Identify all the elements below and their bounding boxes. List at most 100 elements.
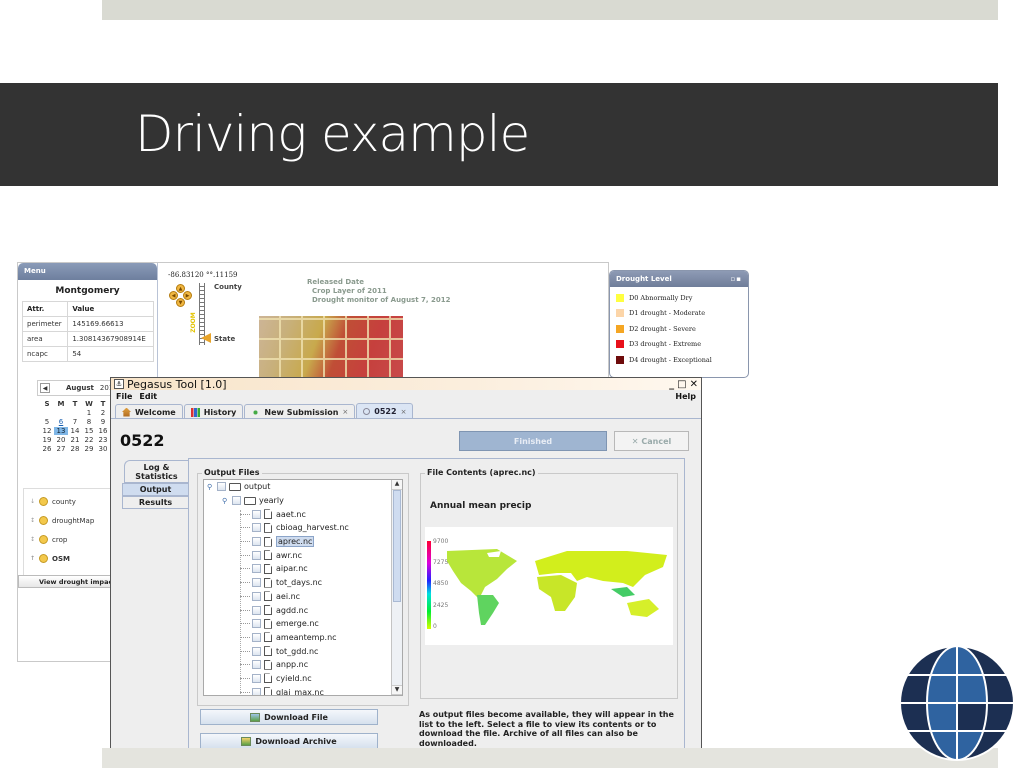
tab-new-submission[interactable]: New Submission × bbox=[244, 404, 356, 418]
tree-node-output[interactable]: ⚲ output bbox=[204, 480, 402, 494]
legend-window-controls-icon[interactable]: ▫▪ bbox=[731, 275, 743, 283]
bar-chart-icon bbox=[190, 407, 200, 417]
scroll-thumb[interactable] bbox=[393, 490, 401, 602]
cancel-button[interactable]: ✕ Cancel bbox=[614, 431, 689, 451]
scroll-up-icon[interactable]: ▲ bbox=[392, 480, 402, 490]
calendar-day[interactable]: 27 bbox=[54, 445, 68, 453]
plot-title: Annual mean precip bbox=[430, 501, 532, 511]
checkbox[interactable] bbox=[252, 578, 261, 588]
tab-close-icon[interactable]: × bbox=[401, 408, 407, 416]
calendar-day[interactable]: 22 bbox=[82, 436, 96, 444]
calendar-day[interactable]: 8 bbox=[82, 418, 96, 426]
calendar-day[interactable]: 21 bbox=[68, 436, 82, 444]
tree-file-item[interactable]: aaet.nc bbox=[204, 507, 402, 521]
tab-welcome[interactable]: Welcome bbox=[115, 404, 183, 418]
calendar-day[interactable]: 29 bbox=[82, 445, 96, 453]
legend-swatch bbox=[616, 355, 624, 364]
scroll-down-icon[interactable]: ▼ bbox=[392, 685, 402, 695]
tree-file-item[interactable]: cbioag_harvest.nc bbox=[204, 521, 402, 535]
side-tab-log-statistics[interactable]: Log & Statistics bbox=[124, 460, 188, 483]
tree-file-item[interactable]: ameantemp.nc bbox=[204, 631, 402, 645]
side-tab-results[interactable]: Results bbox=[122, 496, 188, 509]
tree-file-item[interactable]: aei.nc bbox=[204, 590, 402, 604]
tree-node-yearly[interactable]: ⚲ yearly bbox=[204, 494, 402, 508]
tree-file-item[interactable]: aipar.nc bbox=[204, 562, 402, 576]
calendar-day[interactable]: 5 bbox=[40, 418, 54, 426]
tree-label: anpp.nc bbox=[276, 660, 309, 670]
menu-file[interactable]: File bbox=[116, 392, 132, 401]
calendar-day[interactable]: 7 bbox=[68, 418, 82, 426]
legend-label: D3 drought - Extreme bbox=[629, 340, 702, 349]
reorder-arrows-icon[interactable]: ↑ bbox=[30, 555, 35, 562]
tab-history[interactable]: History bbox=[183, 404, 244, 418]
reorder-arrows-icon[interactable]: ↕ bbox=[30, 536, 35, 543]
checkbox[interactable] bbox=[252, 619, 261, 629]
value-header: Value bbox=[67, 301, 154, 317]
reorder-arrows-icon[interactable]: ↕ bbox=[30, 517, 35, 524]
pan-down-icon[interactable]: ▼ bbox=[176, 298, 185, 307]
calendar-day[interactable]: 9 bbox=[96, 418, 110, 426]
calendar-day[interactable]: 12 bbox=[40, 427, 54, 435]
finished-status-button[interactable]: Finished bbox=[459, 431, 607, 451]
expand-toggle-icon[interactable]: ⚲ bbox=[207, 483, 217, 491]
pan-control[interactable]: ▲ ◀ ▶ ▼ bbox=[169, 284, 193, 308]
zoom-pointer-icon[interactable] bbox=[201, 333, 211, 343]
side-tab-output[interactable]: Output bbox=[122, 483, 188, 496]
tree-file-item[interactable]: glai_max.nc bbox=[204, 685, 402, 695]
calendar-day[interactable]: 16 bbox=[96, 427, 110, 435]
calendar-day[interactable]: 30 bbox=[96, 445, 110, 453]
checkbox[interactable] bbox=[252, 632, 261, 642]
calendar-day[interactable]: 26 bbox=[40, 445, 54, 453]
checkbox[interactable] bbox=[252, 509, 261, 519]
calendar-day[interactable]: 19 bbox=[40, 436, 54, 444]
checkbox[interactable] bbox=[252, 673, 261, 683]
minimize-icon[interactable]: _ bbox=[669, 379, 674, 390]
checkbox[interactable] bbox=[252, 564, 261, 574]
output-file-tree[interactable]: ⚲ output ⚲ yearly aaet.nc cbioag_harvest.nc ap… bbox=[203, 479, 403, 696]
close-icon[interactable]: ✕ bbox=[690, 379, 698, 390]
checkbox[interactable] bbox=[252, 660, 261, 670]
reorder-arrows-icon[interactable]: ↓ bbox=[30, 498, 35, 505]
tree-scrollbar[interactable]: ▲ ▼ bbox=[391, 480, 402, 695]
tree-file-item[interactable]: aprec.nc bbox=[204, 535, 402, 549]
output-panel: Output Files ⚲ output ⚲ yearly aaet.nc cbioag… bbox=[188, 458, 685, 765]
menu-edit[interactable]: Edit bbox=[139, 392, 157, 401]
checkbox[interactable] bbox=[252, 605, 261, 615]
checkbox[interactable] bbox=[252, 550, 261, 560]
tree-file-item[interactable]: cyield.nc bbox=[204, 672, 402, 686]
map-area[interactable]: -86.83120 °°.11159 ▲ ◀ ▶ ▼ ZOOM County S… bbox=[161, 263, 749, 378]
calendar-day[interactable]: 14 bbox=[68, 427, 82, 435]
tree-file-item[interactable]: anpp.nc bbox=[204, 658, 402, 672]
checkbox[interactable] bbox=[252, 537, 261, 547]
calendar-day[interactable]: 1 bbox=[82, 409, 96, 417]
checkbox[interactable] bbox=[252, 646, 261, 656]
calendar-day[interactable]: 13 bbox=[54, 427, 68, 435]
tree-file-item[interactable]: tot_gdd.nc bbox=[204, 644, 402, 658]
tab-close-icon[interactable]: × bbox=[342, 408, 348, 416]
checkbox[interactable] bbox=[232, 496, 241, 506]
checkbox[interactable] bbox=[252, 591, 261, 601]
checkbox[interactable] bbox=[217, 482, 226, 492]
tree-file-item[interactable]: awr.nc bbox=[204, 548, 402, 562]
drought-county-map[interactable] bbox=[259, 316, 403, 378]
tree-file-item[interactable]: agdd.nc bbox=[204, 603, 402, 617]
menu-help[interactable]: Help bbox=[675, 392, 696, 401]
pan-right-icon[interactable]: ▶ bbox=[183, 291, 192, 300]
checkbox[interactable] bbox=[252, 687, 261, 695]
calendar-day[interactable]: 15 bbox=[82, 427, 96, 435]
calendar-day[interactable]: 20 bbox=[54, 436, 68, 444]
calendar-day[interactable]: 23 bbox=[96, 436, 110, 444]
tree-file-item[interactable]: tot_days.nc bbox=[204, 576, 402, 590]
calendar-day[interactable]: 28 bbox=[68, 445, 82, 453]
calendar-day[interactable]: 6 bbox=[54, 418, 68, 426]
tab-0522[interactable]: 0522 × bbox=[356, 403, 414, 418]
checkbox[interactable] bbox=[252, 523, 261, 533]
prev-month-button[interactable]: ◀ bbox=[40, 383, 50, 393]
expand-toggle-icon[interactable]: ⚲ bbox=[222, 497, 232, 505]
download-archive-button[interactable]: Download Archive bbox=[200, 733, 378, 749]
tree-file-item[interactable]: emerge.nc bbox=[204, 617, 402, 631]
maximize-icon[interactable]: □ bbox=[677, 379, 686, 390]
calendar-day[interactable]: 2 bbox=[96, 409, 110, 417]
window-title-bar[interactable]: ⚓ Pegasus Tool [1.0] _ □ ✕ bbox=[111, 378, 701, 391]
download-file-button[interactable]: Download File bbox=[200, 709, 378, 725]
